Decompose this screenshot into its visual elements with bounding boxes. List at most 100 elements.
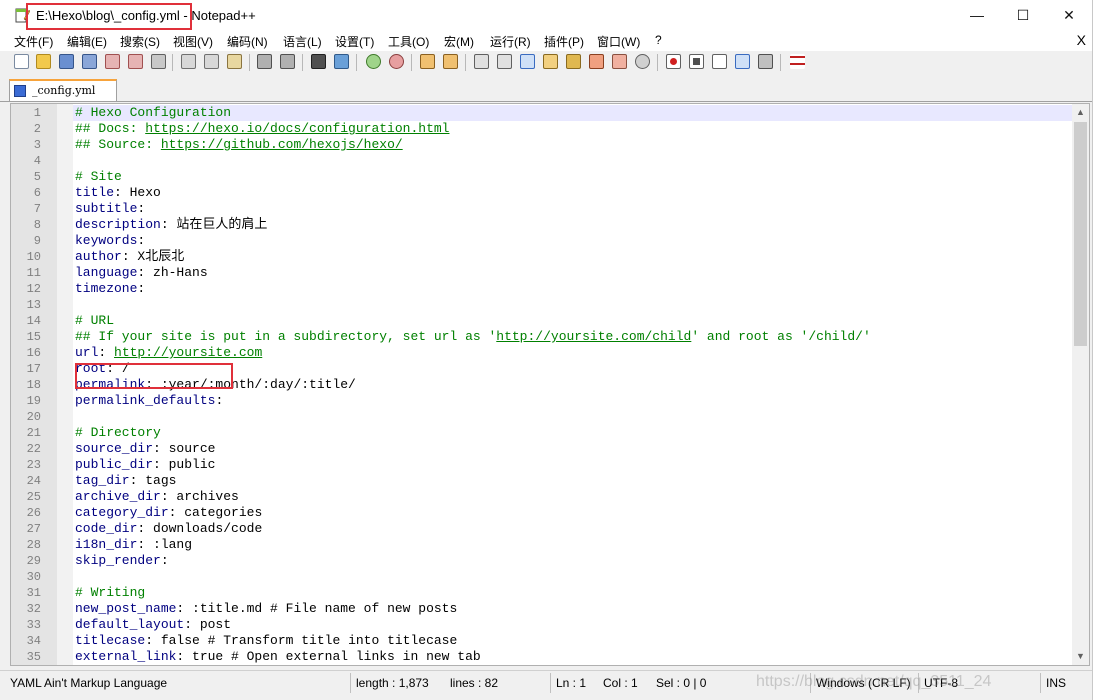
new-file-icon[interactable] [14, 54, 29, 69]
zoom-in-icon[interactable] [366, 54, 381, 69]
menu-view[interactable]: 视图(V) [173, 33, 213, 50]
scroll-up-icon[interactable]: ▲ [1072, 104, 1089, 121]
code-line[interactable]: 14 # URL [11, 313, 1073, 329]
menu-window[interactable]: 窗口(W) [597, 33, 640, 50]
open-file-icon[interactable] [36, 54, 51, 69]
menu-encoding[interactable]: 编码(N) [227, 33, 268, 50]
copy-icon[interactable] [204, 54, 219, 69]
code-line[interactable]: 10 author: X北辰北 [11, 249, 1073, 265]
code-line[interactable]: 34 titlecase: false # Transform title int… [11, 633, 1073, 649]
find-icon[interactable] [311, 54, 326, 69]
scrollbar-thumb[interactable] [1074, 122, 1087, 346]
code-line[interactable]: 24 tag_dir: tags [11, 473, 1073, 489]
close-document-button[interactable]: X [1077, 32, 1086, 48]
code-link[interactable]: https://github.com/hexojs/hexo/ [161, 137, 403, 152]
sync-vertical-icon[interactable] [420, 54, 435, 69]
record-macro-icon[interactable] [666, 54, 681, 69]
code-link[interactable]: http://yoursite.com/child [496, 329, 691, 344]
save-icon[interactable] [59, 54, 74, 69]
spell-check-icon[interactable] [790, 54, 805, 69]
yaml-key: url [75, 345, 99, 360]
menu-plugins[interactable]: 插件(P) [544, 33, 584, 50]
code-line[interactable]: 20 [11, 409, 1073, 425]
show-all-characters-icon[interactable] [497, 54, 512, 69]
code-line[interactable]: 7 subtitle: [11, 201, 1073, 217]
word-wrap-icon[interactable] [474, 54, 489, 69]
scroll-down-icon[interactable]: ▼ [1072, 648, 1089, 665]
paste-icon[interactable] [227, 54, 242, 69]
code-line[interactable]: 32 new_post_name: :title.md # File name o… [11, 601, 1073, 617]
run-macro-multiple-icon[interactable] [735, 54, 750, 69]
replace-icon[interactable] [334, 54, 349, 69]
code-line[interactable]: 33 default_layout: post [11, 617, 1073, 633]
line-number: 35 [26, 650, 41, 664]
menu-help[interactable]: ? [655, 33, 662, 47]
code-line[interactable]: 11 language: zh-Hans [11, 265, 1073, 281]
code-line[interactable]: 30 [11, 569, 1073, 585]
code-line[interactable]: 4 [11, 153, 1073, 169]
user-language-icon[interactable] [543, 54, 558, 69]
code-line[interactable]: 29 skip_render: [11, 553, 1073, 569]
code-line[interactable]: 3 ## Source: https://github.com/hexojs/he… [11, 137, 1073, 153]
cut-icon[interactable] [181, 54, 196, 69]
undo-icon[interactable] [257, 54, 272, 69]
code-line[interactable]: 2 ## Docs: https://hexo.io/docs/configura… [11, 121, 1073, 137]
code-line[interactable]: 23 public_dir: public [11, 457, 1073, 473]
editor-area[interactable]: 1 # Hexo Configuration 2 ## Docs: https://h… [10, 103, 1090, 666]
zoom-out-icon[interactable] [389, 54, 404, 69]
code-line[interactable]: 28 i18n_dir: :lang [11, 537, 1073, 553]
save-all-icon[interactable] [82, 54, 97, 69]
menu-settings[interactable]: 设置(T) [335, 33, 374, 50]
redo-icon[interactable] [280, 54, 295, 69]
menu-run[interactable]: 运行(R) [490, 33, 531, 50]
code-line[interactable]: 26 category_dir: categories [11, 505, 1073, 521]
status-ln: Ln : 1 [556, 676, 587, 690]
code-line[interactable]: 13 [11, 297, 1073, 313]
code-link[interactable]: https://hexo.io/docs/configuration.html [145, 121, 449, 136]
menu-tools[interactable]: 工具(O) [388, 33, 429, 50]
menu-macro[interactable]: 宏(M) [444, 33, 474, 50]
code-line[interactable]: 25 archive_dir: archives [11, 489, 1073, 505]
save-macro-icon[interactable] [758, 54, 773, 69]
close-file-icon[interactable] [105, 54, 120, 69]
maximize-button[interactable]: ☐ [1000, 0, 1046, 31]
minimize-button[interactable]: — [954, 0, 1000, 31]
code-line[interactable]: 19 permalink_defaults: [11, 393, 1073, 409]
code-line[interactable]: 15 ## If your site is put in a subdirecto… [11, 329, 1073, 345]
function-list-icon[interactable] [589, 54, 604, 69]
code-comment: ## Docs: [75, 121, 146, 136]
stop-macro-icon[interactable] [689, 54, 704, 69]
menu-language[interactable]: 语言(L) [283, 33, 322, 50]
sync-horizontal-icon[interactable] [443, 54, 458, 69]
code-line[interactable]: 22 source_dir: source [11, 441, 1073, 457]
menu-file[interactable]: 文件(F) [14, 33, 53, 50]
yaml-value: # Transform title into titlecase [207, 633, 458, 648]
vertical-scrollbar[interactable]: ▲ ▼ [1072, 104, 1089, 665]
yaml-key: title [75, 185, 115, 200]
code-line[interactable]: 6 title: Hexo [11, 185, 1073, 201]
indent-guide-icon[interactable] [520, 54, 535, 69]
code-line[interactable]: 8 description: 站在巨人的肩上 [11, 217, 1073, 233]
code-line[interactable]: 5 # Site [11, 169, 1073, 185]
code-line[interactable]: 1 # Hexo Configuration [11, 105, 1073, 121]
line-text: public_dir: public [75, 457, 215, 473]
code-line[interactable]: 9 keywords: [11, 233, 1073, 249]
close-all-icon[interactable] [128, 54, 143, 69]
menu-edit[interactable]: 编辑(E) [67, 33, 107, 50]
monitoring-icon[interactable] [635, 54, 650, 69]
code-line[interactable]: 31 # Writing [11, 585, 1073, 601]
code-line[interactable]: 27 code_dir: downloads/code [11, 521, 1073, 537]
toolbar-separator [172, 54, 173, 71]
code-line[interactable]: 16 url: http://yoursite.com [11, 345, 1073, 361]
print-icon[interactable] [151, 54, 166, 69]
code-line[interactable]: 35 external_link: true # Open external li… [11, 649, 1073, 665]
menu-search[interactable]: 搜索(S) [120, 33, 160, 50]
play-macro-icon[interactable] [712, 54, 727, 69]
folder-as-workspace-icon[interactable] [612, 54, 627, 69]
code-line[interactable]: 12 timezone: [11, 281, 1073, 297]
code-link[interactable]: http://yoursite.com [114, 345, 262, 360]
code-line[interactable]: 21 # Directory [11, 425, 1073, 441]
close-button[interactable]: ✕ [1046, 0, 1092, 31]
tab-config-yml[interactable]: _config.yml [9, 79, 117, 101]
document-map-icon[interactable] [566, 54, 581, 69]
